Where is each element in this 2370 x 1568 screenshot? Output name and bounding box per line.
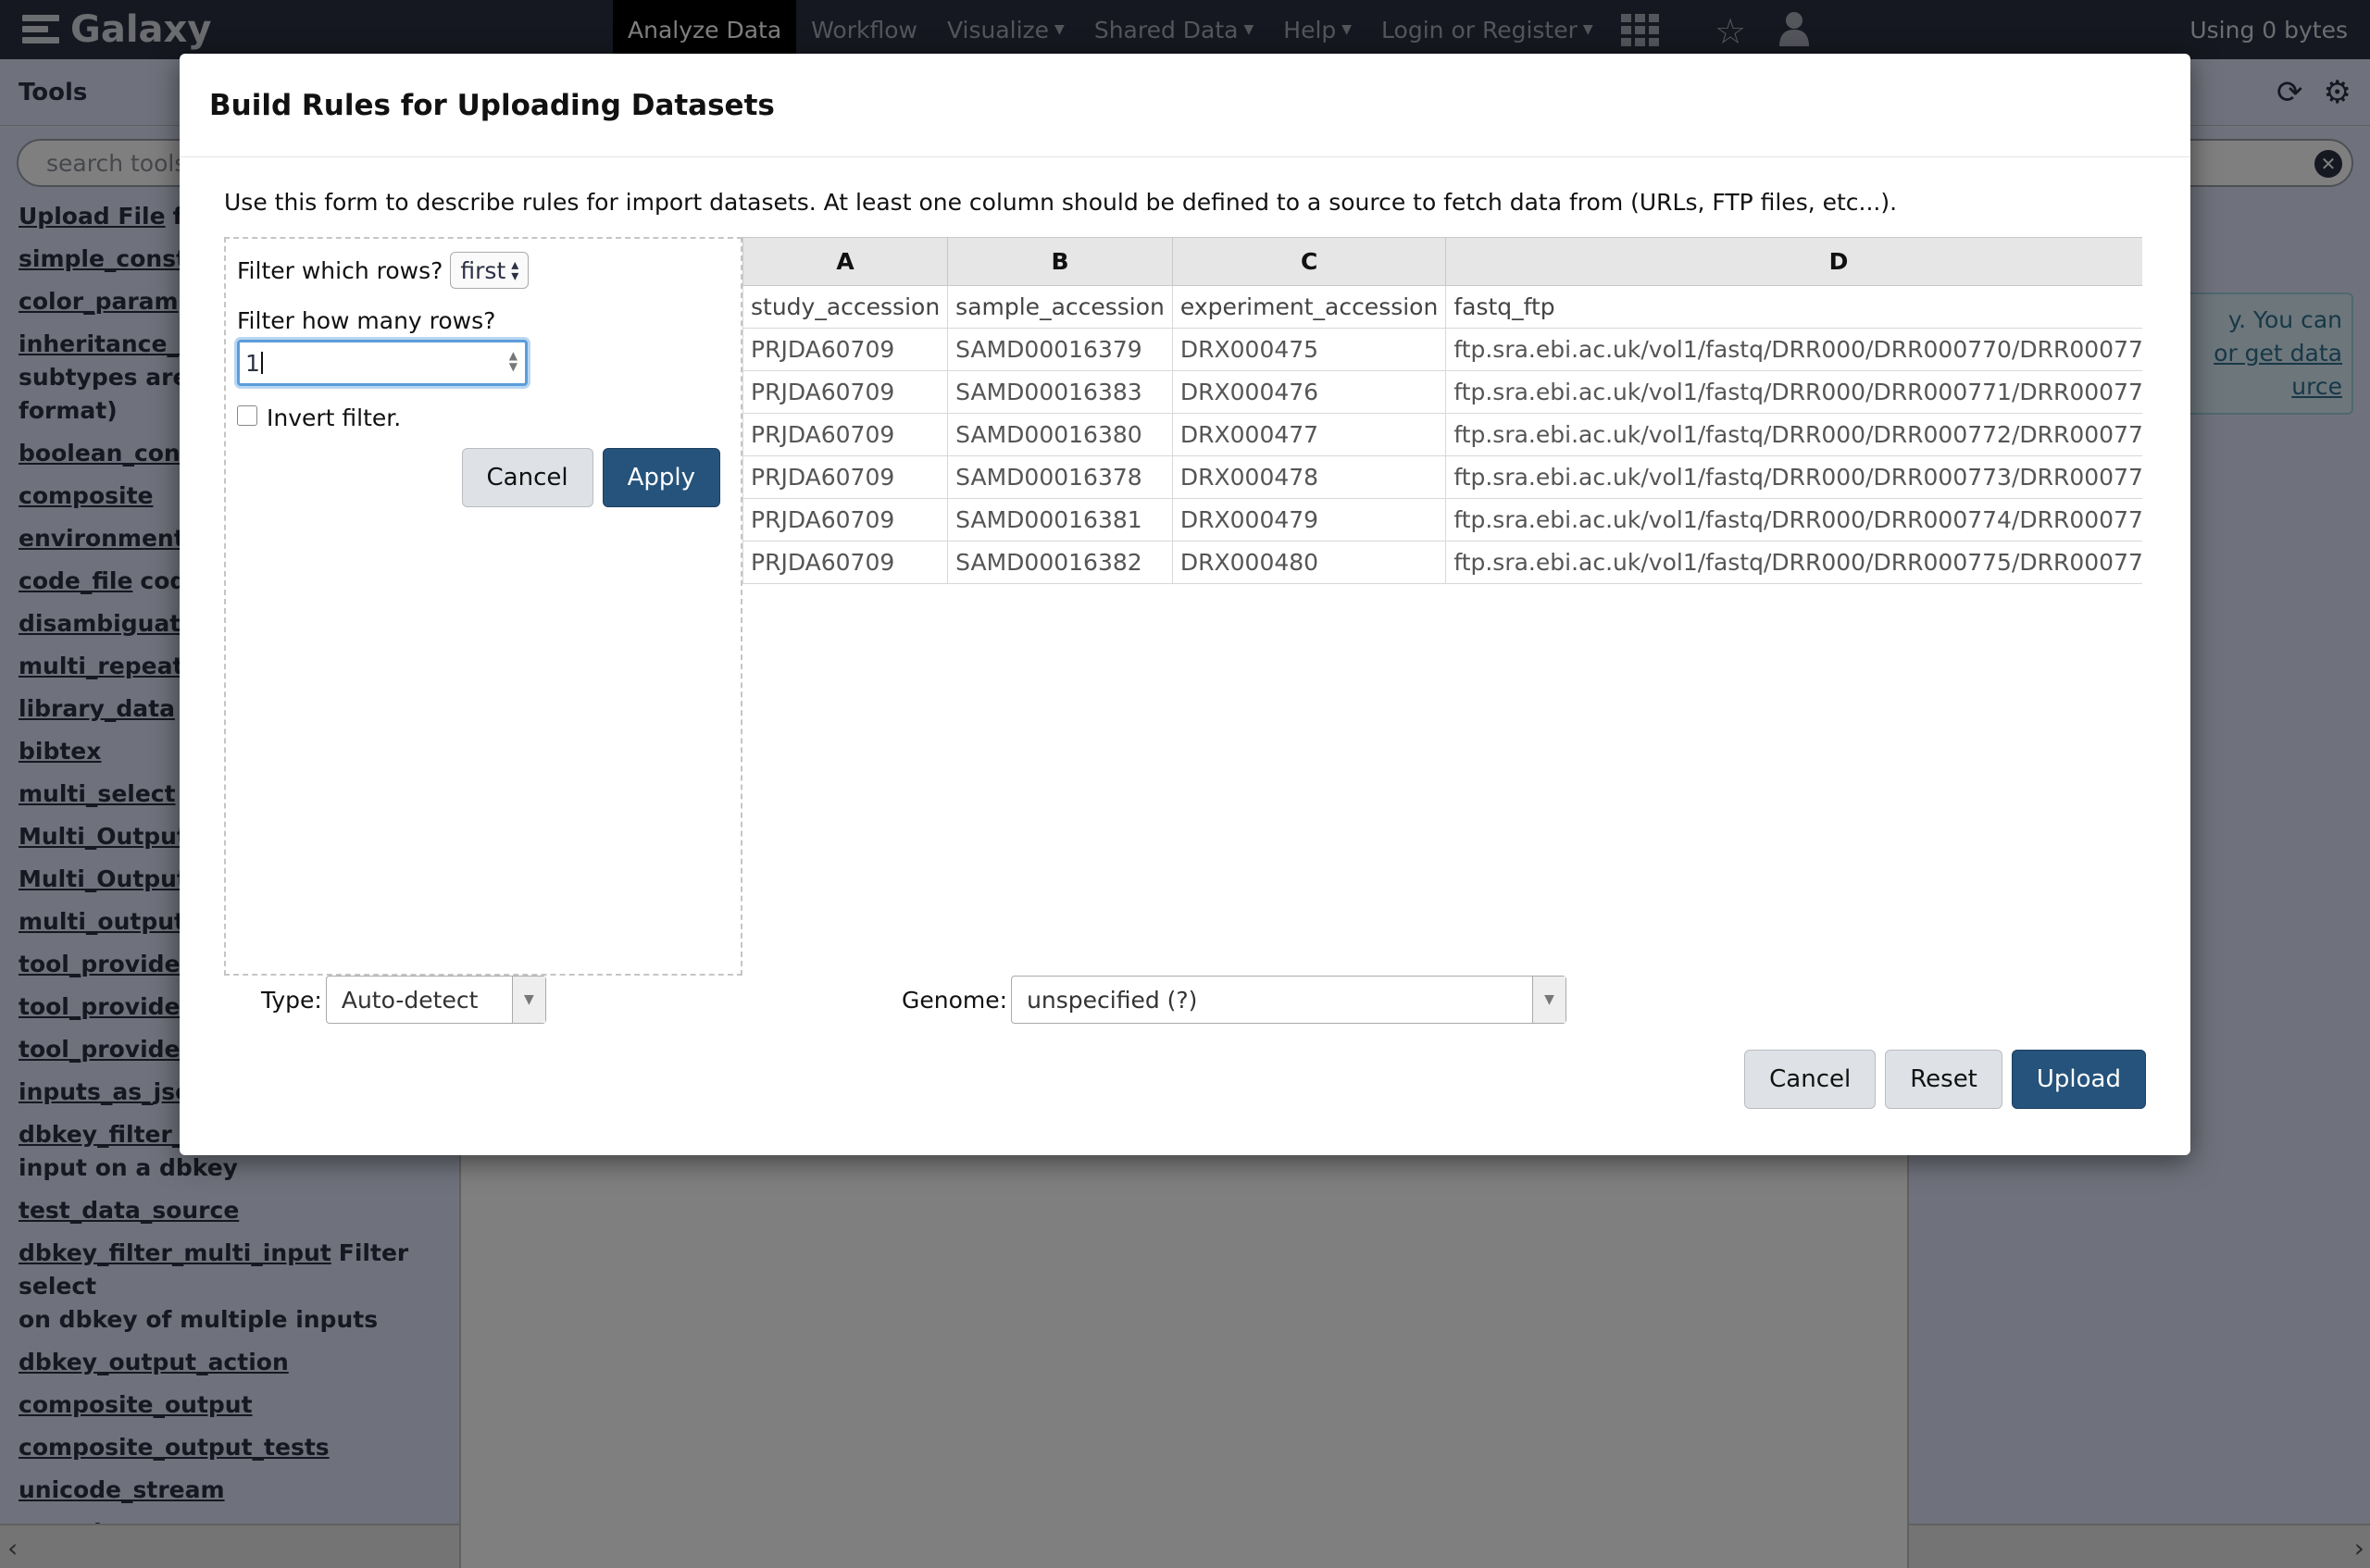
table-cell: SAMD00016382 xyxy=(947,541,1173,584)
dropdown-arrow-icon: ▼ xyxy=(511,977,545,1023)
type-row: Type: Auto-detect ▼ xyxy=(261,976,546,1024)
table-cell: PRJDA60709 xyxy=(742,455,949,499)
table-cell: SAMD00016379 xyxy=(947,328,1173,371)
type-value: Auto-detect xyxy=(341,986,479,1014)
rule-cancel-button[interactable]: Cancel xyxy=(461,448,593,507)
reset-button[interactable]: Reset xyxy=(1885,1050,2002,1109)
table-cell: sample_accession xyxy=(947,285,1173,329)
cancel-button[interactable]: Cancel xyxy=(1744,1050,1877,1109)
modal-footer: Cancel Reset Upload xyxy=(1744,1050,2146,1109)
filter-many-label: Filter how many rows? xyxy=(237,307,496,334)
table-row: PRJDA60709 SAMD00016382 DRX000480 ftp.sra.e… xyxy=(742,541,2142,584)
table-cell: SAMD00016383 xyxy=(947,370,1173,414)
table-cell: PRJDA60709 xyxy=(742,498,949,541)
table-cell: SAMD00016380 xyxy=(947,413,1173,456)
table-cell: fastq_ftp xyxy=(1445,285,2142,329)
rules-table: ABCD study_accession sample_accession expe… xyxy=(742,237,2142,584)
table-cell: experiment_accession xyxy=(1171,285,1447,329)
table-cell: DRX000476 xyxy=(1171,370,1447,414)
table-cell: PRJDA60709 xyxy=(742,328,949,371)
rule-editor: Filter which rows? first ▴ ▾ Filter how m… xyxy=(224,237,742,976)
filter-which-row: Filter which rows? first ▴ ▾ xyxy=(237,252,730,289)
updown-arrows-icon: ▴ ▾ xyxy=(511,255,519,284)
table-cell: DRX000479 xyxy=(1171,498,1447,541)
table-row: PRJDA60709 SAMD00016380 DRX000477 ftp.sra.e… xyxy=(742,413,2142,456)
table-cell: ftp.sra.ebi.ac.uk/vol1/fastq/DRR000/DRR0… xyxy=(1445,328,2142,371)
type-label: Type: xyxy=(261,986,322,1014)
genome-select[interactable]: unspecified (?) ▼ xyxy=(1011,976,1567,1024)
column-header[interactable]: B xyxy=(947,237,1173,286)
table-cell: ftp.sra.ebi.ac.uk/vol1/fastq/DRR000/DRR0… xyxy=(1445,413,2142,456)
modal-title: Build Rules for Uploading Datasets xyxy=(209,88,775,122)
genome-row: Genome: unspecified (?) ▼ xyxy=(902,976,1567,1024)
table-cell: ftp.sra.ebi.ac.uk/vol1/fastq/DRR000/DRR0… xyxy=(1445,455,2142,499)
number-spinner-icon[interactable]: ▲ ▼ xyxy=(509,350,518,372)
table-cell: PRJDA60709 xyxy=(742,370,949,414)
rule-builder-modal: Build Rules for Uploading Datasets Use t… xyxy=(180,54,2190,1155)
table-row: PRJDA60709 SAMD00016379 DRX000475 ftp.sra.e… xyxy=(742,328,2142,371)
modal-header: Build Rules for Uploading Datasets xyxy=(180,54,2190,157)
column-header[interactable]: C xyxy=(1171,237,1447,286)
table-cell: DRX000480 xyxy=(1171,541,1447,584)
rule-editor-buttons: Cancel Apply xyxy=(461,448,720,507)
table-cell: ftp.sra.ebi.ac.uk/vol1/fastq/DRR000/DRR0… xyxy=(1445,541,2142,584)
filter-which-select[interactable]: first ▴ ▾ xyxy=(450,252,530,289)
invert-filter-row: Invert filter. xyxy=(237,404,730,431)
table-row: study_accession sample_accession experimen… xyxy=(742,285,2142,329)
column-header[interactable]: A xyxy=(742,237,949,286)
filter-many-input[interactable]: 1 ▲ ▼ xyxy=(237,340,528,386)
invert-filter-label: Invert filter. xyxy=(267,404,402,431)
dropdown-arrow-icon: ▼ xyxy=(1532,977,1566,1023)
table-cell: ftp.sra.ebi.ac.uk/vol1/fastq/DRR000/DRR0… xyxy=(1445,370,2142,414)
table-cell: ftp.sra.ebi.ac.uk/vol1/fastq/DRR000/DRR0… xyxy=(1445,498,2142,541)
rule-apply-button[interactable]: Apply xyxy=(602,448,720,507)
table-row: PRJDA60709 SAMD00016381 DRX000479 ftp.sra.e… xyxy=(742,498,2142,541)
filter-which-value: first xyxy=(460,256,506,284)
filter-which-label: Filter which rows? xyxy=(237,256,443,284)
table-row: PRJDA60709 SAMD00016383 DRX000476 ftp.sra.e… xyxy=(742,370,2142,414)
table-cell: study_accession xyxy=(742,285,949,329)
table-cell: DRX000478 xyxy=(1171,455,1447,499)
rules-table-wrap: ABCD study_accession sample_accession expe… xyxy=(742,237,2142,589)
genome-value: unspecified (?) xyxy=(1027,986,1198,1014)
table-cell: DRX000475 xyxy=(1171,328,1447,371)
genome-label: Genome: xyxy=(902,986,1008,1014)
type-select[interactable]: Auto-detect ▼ xyxy=(325,976,546,1024)
table-cell: PRJDA60709 xyxy=(742,541,949,584)
modal-description: Use this form to describe rules for impo… xyxy=(224,189,1898,216)
upload-button[interactable]: Upload xyxy=(2011,1050,2146,1109)
column-letters-row: ABCD xyxy=(742,237,2142,286)
table-cell: SAMD00016381 xyxy=(947,498,1173,541)
table-cell: DRX000477 xyxy=(1171,413,1447,456)
table-row: PRJDA60709 SAMD00016378 DRX000478 ftp.sra.e… xyxy=(742,455,2142,499)
table-cell: PRJDA60709 xyxy=(742,413,949,456)
invert-filter-checkbox[interactable] xyxy=(237,404,257,426)
column-header[interactable]: D xyxy=(1445,237,2142,286)
table-cell: SAMD00016378 xyxy=(947,455,1173,499)
filter-many-value: 1 xyxy=(245,349,260,377)
